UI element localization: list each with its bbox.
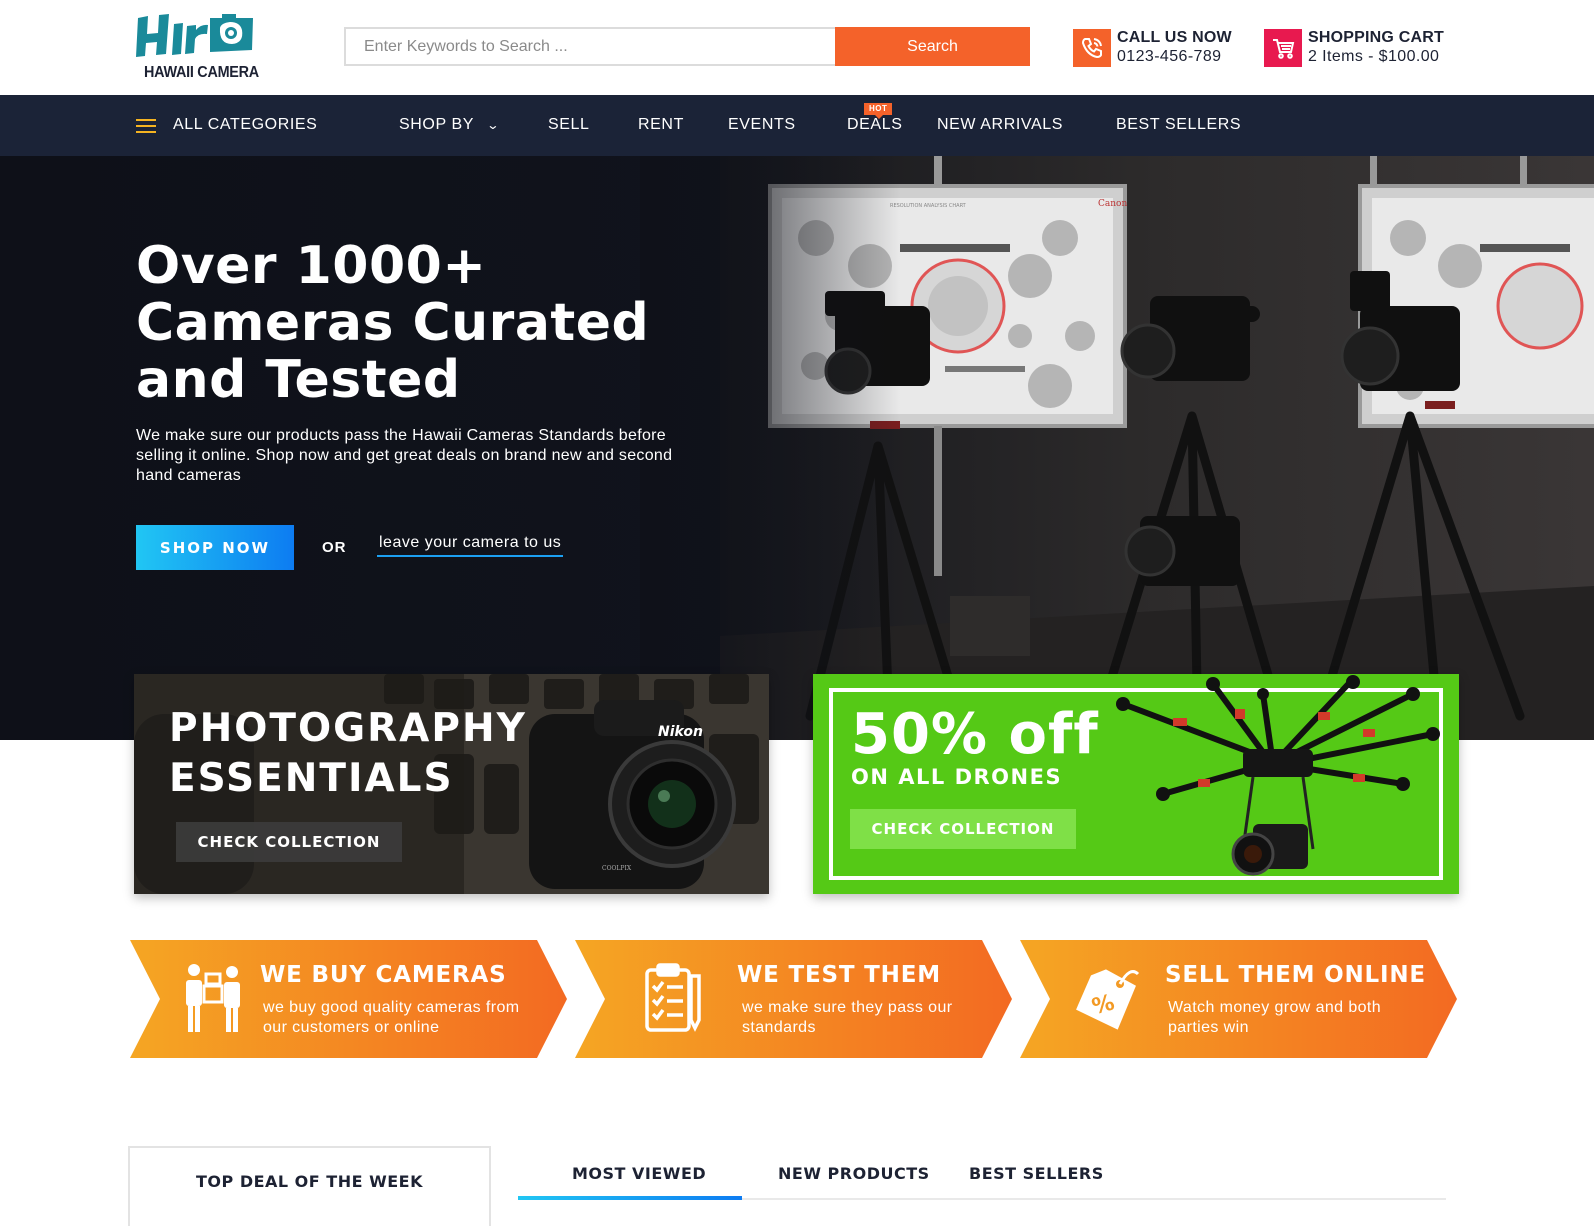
process-buy-title: WE BUY CAMERAS (260, 962, 507, 988)
site-header: HAWAII CAMERA Search CALL US NOW 0123-45… (0, 0, 1594, 95)
nav-shop-by[interactable]: SHOP BY ⌄ (399, 116, 501, 134)
process-sell-desc: Watch money grow and both parties win (1168, 999, 1382, 1036)
handshake-boxes-icon (186, 964, 240, 1032)
nav-best-sellers[interactable]: BEST SELLERS (1116, 116, 1241, 134)
hero-chart-brand: Canon (1098, 199, 1127, 209)
clipboard-checklist-icon (645, 963, 701, 1032)
chevron-down-icon: ⌄ (486, 118, 501, 132)
drones-check-collection-button[interactable]: CHECK COLLECTION (850, 809, 1076, 849)
process-step-test: WE TEST THEM we make sure they pass our … (575, 940, 1017, 1058)
hero-subtitle: We make sure our products pass the Hawai… (136, 427, 673, 484)
nav-events[interactable]: EVENTS (728, 116, 796, 134)
process-buy-desc: we buy good quality cameras from our cus… (263, 999, 520, 1036)
nav-deals[interactable]: DEALS (847, 116, 902, 134)
call-label: CALL US NOW (1117, 29, 1232, 46)
site-logo[interactable]: HAWAII CAMERA (136, 12, 259, 84)
drone-sale-subline: ON ALL DRONES (851, 765, 1063, 789)
photography-essentials-title: PHOTOGRAPHY ESSENTIALS (169, 704, 527, 804)
active-tab-indicator (518, 1196, 742, 1200)
leave-camera-link[interactable]: leave your camera to us (377, 534, 564, 557)
cart-icon (1264, 28, 1302, 67)
process-test-desc: we make sure they pass our standards (742, 999, 953, 1036)
hero-or-text: OR (322, 539, 347, 556)
top-deal-title: TOP DEAL OF THE WEEK (196, 1172, 423, 1191)
main-nav: ALL CATEGORIES SHOP BY ⌄ SELL RENT EVENTS… (0, 95, 1594, 156)
logo-wordmark: HAWAII CAMERA (144, 64, 259, 81)
drones-sale-card[interactable]: 50% off ON ALL DRONES CHECK COLLECTION (813, 674, 1459, 894)
tab-new-products[interactable]: NEW PRODUCTS (778, 1164, 930, 1183)
tab-most-viewed[interactable]: MOST VIEWED (572, 1164, 706, 1183)
search-button[interactable]: Search (835, 27, 1030, 66)
phone-icon (1073, 28, 1111, 67)
call-us-block[interactable]: CALL US NOW 0123-456-789 (1073, 28, 1232, 67)
nav-new-arrivals[interactable]: NEW ARRIVALS (937, 116, 1063, 134)
cart-label: SHOPPING CART (1308, 29, 1444, 46)
shopping-cart-block[interactable]: SHOPPING CART 2 Items - $100.00 (1264, 28, 1444, 67)
photography-title-line1: PHOTOGRAPHY (169, 706, 527, 751)
shop-now-button[interactable]: SHOP NOW (136, 525, 294, 570)
hamburger-icon[interactable] (136, 119, 156, 133)
logo-mark-icon (136, 14, 253, 57)
process-step-buy: WE BUY CAMERAS we buy good quality camer… (130, 940, 572, 1058)
product-tabs: MOST VIEWED NEW PRODUCTS BEST SELLERS (518, 1148, 1446, 1200)
hero-chart-label: RESOLUTION ANALYSIS CHART (890, 203, 967, 209)
search-bar: Search (344, 27, 1030, 66)
nav-all-categories[interactable]: ALL CATEGORIES (173, 116, 317, 134)
photography-essentials-card[interactable]: Nikon COOLPIX PHOTOGRAPHY ESSENTIALS CHE… (134, 674, 769, 894)
tab-best-sellers[interactable]: BEST SELLERS (969, 1164, 1104, 1183)
top-deal-box: TOP DEAL OF THE WEEK (128, 1146, 491, 1226)
nav-shop-by-label: SHOP BY (399, 116, 475, 133)
nav-sell[interactable]: SELL (548, 116, 590, 134)
process-sell-title: SELL THEM ONLINE (1165, 962, 1426, 988)
process-step-sell: % SELL THEM ONLINE Watch money grow and … (1020, 940, 1462, 1058)
cart-summary: 2 Items - $100.00 (1308, 48, 1440, 65)
price-tag-icon: % (1076, 969, 1140, 1030)
hero-banner: Canon RESOLUTION ANALYSIS CHART Over 100… (0, 156, 1594, 740)
process-test-title: WE TEST THEM (737, 962, 941, 988)
drone-image (1116, 675, 1440, 876)
nav-rent[interactable]: RENT (638, 116, 684, 134)
photography-check-collection-button[interactable]: CHECK COLLECTION (176, 822, 402, 862)
hot-badge: HOT (864, 103, 893, 119)
coolpix-label: COOLPIX (602, 865, 632, 872)
nikon-logo: Nikon (658, 724, 703, 740)
search-input[interactable] (344, 27, 835, 66)
drone-sale-headline: 50% off (851, 702, 1099, 767)
hero-title: Over 1000+ Cameras Curated and Tested (136, 236, 650, 410)
call-phone: 0123-456-789 (1117, 48, 1222, 65)
photography-title-line2: ESSENTIALS (169, 756, 454, 801)
